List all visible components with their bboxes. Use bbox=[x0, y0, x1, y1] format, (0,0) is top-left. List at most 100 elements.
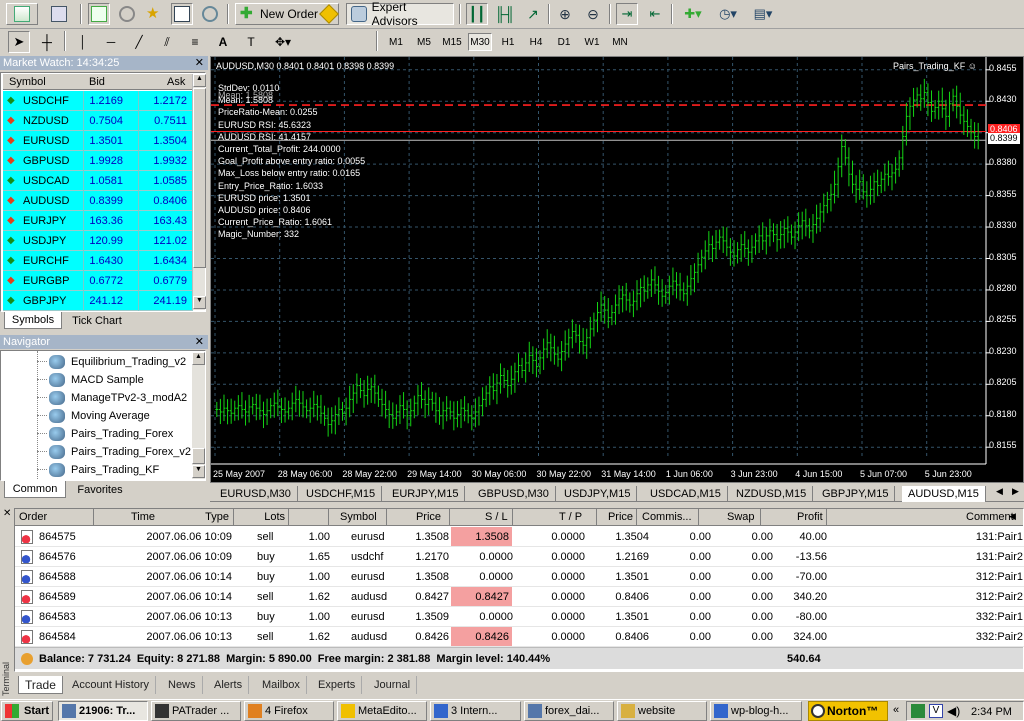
strategy-tester-button[interactable] bbox=[199, 3, 221, 25]
terminal-tab-trade[interactable]: Trade bbox=[18, 676, 63, 694]
chart-tab[interactable]: EURUSD,M30 bbox=[214, 486, 298, 502]
market-watch-row[interactable]: ◆ NZDUSD 0.7504 0.7511 bbox=[3, 111, 193, 131]
tab-scroll-right-icon[interactable]: ▶ bbox=[1012, 486, 1019, 497]
close-icon[interactable]: ✕ bbox=[195, 335, 204, 348]
arrows-button[interactable]: ✥▾ bbox=[268, 31, 298, 53]
order-row[interactable]: 864588 2007.06.06 10:14 buy 1.00 eurusd 1.350… bbox=[15, 567, 1024, 587]
col-header[interactable]: Profit bbox=[797, 511, 823, 523]
expert-advisors-button[interactable]: Expert Advisors bbox=[346, 0, 454, 28]
navigator-tab-common[interactable]: Common bbox=[4, 481, 66, 498]
market-watch-row[interactable]: ◆ EURCHF 1.6430 1.6434 bbox=[3, 251, 193, 271]
market-watch-row[interactable]: ◆ USDCAD 1.0581 1.0585 bbox=[3, 171, 193, 191]
market-watch-tab-symbols[interactable]: Symbols bbox=[4, 312, 62, 329]
navigator-item[interactable]: ManageTPv2-3_modA2 bbox=[49, 389, 187, 407]
col-header[interactable]: Lots bbox=[264, 511, 285, 523]
timeframe-m15-button[interactable]: M15 bbox=[440, 33, 464, 51]
col-header[interactable]: Swap bbox=[727, 511, 755, 523]
terminal-button[interactable] bbox=[171, 3, 193, 25]
scroll-up-arrow-icon[interactable]: ▲ bbox=[193, 74, 206, 87]
col-header[interactable]: Symbol bbox=[340, 511, 377, 523]
cursor-button[interactable]: ➤ bbox=[8, 31, 30, 53]
bar-chart-button[interactable]: ┃┃ bbox=[466, 3, 488, 25]
market-watch-row[interactable]: ◆ USDJPY 120.99 121.02 bbox=[3, 231, 193, 251]
tray-v-icon[interactable]: V bbox=[929, 704, 943, 718]
terminal-close-icon[interactable]: ✕ bbox=[3, 508, 11, 519]
taskbar-button[interactable]: forex_dai... bbox=[524, 701, 614, 721]
taskbar-button[interactable]: 21906: Tr... bbox=[58, 701, 148, 721]
terminal-tab-news[interactable]: News bbox=[162, 676, 203, 694]
terminal-tab-account-history[interactable]: Account History bbox=[66, 676, 157, 694]
close-icon[interactable]: ✕ bbox=[195, 56, 204, 69]
navigator-item[interactable]: Moving Average bbox=[49, 407, 150, 425]
col-symbol[interactable]: Symbol bbox=[9, 76, 46, 88]
market-watch-scrollbar[interactable]: ▲ ▼ bbox=[192, 74, 206, 310]
taskbar-button[interactable]: website bbox=[617, 701, 707, 721]
scroll-thumb[interactable] bbox=[192, 448, 205, 464]
col-header[interactable]: T / P bbox=[559, 511, 582, 523]
market-watch-row[interactable]: ◆ EURUSD 1.3501 1.3504 bbox=[3, 131, 193, 151]
market-watch-row[interactable]: ◆ AUDUSD 0.8399 0.8406 bbox=[3, 191, 193, 211]
terminal-tab-journal[interactable]: Journal bbox=[368, 676, 418, 694]
market-watch-row[interactable]: ◆ EURGBP 0.6772 0.6779 bbox=[3, 271, 193, 291]
market-watch-row[interactable]: ◆ EURJPY 163.36 163.43 bbox=[3, 211, 193, 231]
chart-shift-button[interactable]: ⇤ bbox=[644, 3, 666, 25]
navigator-scrollbar[interactable]: ▲ ▼ bbox=[192, 352, 205, 479]
text-button[interactable]: A bbox=[212, 31, 234, 53]
chart-tab[interactable]: USDJPY,M15 bbox=[558, 486, 638, 502]
taskbar-button[interactable]: PATrader ... bbox=[151, 701, 241, 721]
tray-expand-icon[interactable]: « bbox=[893, 704, 899, 716]
crosshair-button[interactable]: ┼ bbox=[36, 31, 58, 53]
zoom-in-button[interactable]: ⊕ bbox=[554, 3, 576, 25]
taskbar-button[interactable]: MetaEdito... bbox=[337, 701, 427, 721]
market-watch-row[interactable]: ◆ USDCHF 1.2169 1.2172 bbox=[3, 91, 193, 111]
tray-volume-icon[interactable]: ◀) bbox=[947, 704, 960, 718]
data-window-button[interactable] bbox=[116, 3, 138, 25]
scroll-up-arrow-icon[interactable]: ▲ bbox=[192, 352, 205, 365]
market-watch-row[interactable]: ◆ GBPUSD 1.9928 1.9932 bbox=[3, 151, 193, 171]
col-header[interactable]: Comment bbox=[966, 511, 1014, 523]
trendline-button[interactable]: ╱ bbox=[128, 31, 150, 53]
order-row[interactable]: 864575 2007.06.06 10:09 sell 1.00 eurusd 1.35… bbox=[15, 527, 1024, 547]
timeframe-m5-button[interactable]: M5 bbox=[412, 33, 436, 51]
header-scroll-icon[interactable]: ◀ bbox=[1009, 511, 1016, 522]
market-watch-button[interactable] bbox=[88, 3, 110, 25]
col-header[interactable]: S / L bbox=[485, 511, 508, 523]
chart-tab[interactable]: USDCHF,M15 bbox=[300, 486, 383, 502]
price-chart[interactable] bbox=[211, 57, 1023, 482]
taskbar-button[interactable]: 4 Firefox bbox=[244, 701, 334, 721]
terminal-tab-experts[interactable]: Experts bbox=[312, 676, 363, 694]
timeframe-h4-button[interactable]: H4 bbox=[524, 33, 548, 51]
zoom-out-button[interactable]: ⊖ bbox=[582, 3, 604, 25]
periods-button[interactable]: ◷▾ bbox=[713, 3, 743, 25]
line-chart-button[interactable]: ↗ bbox=[522, 3, 544, 25]
timeframe-m1-button[interactable]: M1 bbox=[384, 33, 408, 51]
chart-tab[interactable]: GBPUSD,M30 bbox=[472, 486, 556, 502]
terminal-tab-mailbox[interactable]: Mailbox bbox=[256, 676, 307, 694]
templates-button[interactable]: ▤▾ bbox=[748, 3, 778, 25]
col-ask[interactable]: Ask bbox=[167, 76, 185, 88]
order-row[interactable]: 864584 2007.06.06 10:13 sell 1.62 audusd 0.84… bbox=[15, 627, 1024, 647]
chart-tab[interactable]: EURJPY,M15 bbox=[386, 486, 466, 502]
market-watch-row[interactable]: ◆ GBPJPY 241.12 241.19 bbox=[3, 291, 193, 311]
timeframe-d1-button[interactable]: D1 bbox=[552, 33, 576, 51]
scroll-down-arrow-icon[interactable]: ▼ bbox=[193, 296, 206, 309]
navigator-item[interactable]: Pairs_Trading_KF bbox=[49, 461, 159, 479]
navigator-item[interactable]: Pairs_Trading_Forex bbox=[49, 425, 173, 443]
taskbar-button[interactable]: 3 Intern... bbox=[430, 701, 521, 721]
indicators-button[interactable]: ✚▾ bbox=[678, 3, 708, 25]
market-watch-tab-tick-chart[interactable]: Tick Chart bbox=[66, 314, 128, 329]
order-row[interactable]: 864583 2007.06.06 10:13 buy 1.00 eurusd 1.350… bbox=[15, 607, 1024, 627]
scroll-down-arrow-icon[interactable]: ▼ bbox=[192, 465, 205, 478]
taskbar-button[interactable]: wp-blog-h... bbox=[710, 701, 802, 721]
horizontal-line-button[interactable]: ─ bbox=[100, 31, 122, 53]
navigator-tab-favorites[interactable]: Favorites bbox=[70, 483, 130, 498]
chart-tab[interactable]: USDCAD,M15 bbox=[644, 486, 728, 502]
fibonacci-button[interactable]: ≡ bbox=[184, 31, 206, 53]
channel-button[interactable]: ⫽ bbox=[156, 31, 178, 53]
col-header[interactable]: Type bbox=[205, 511, 229, 523]
norton-button[interactable]: Norton™ bbox=[808, 701, 888, 721]
col-header[interactable]: Price bbox=[608, 511, 633, 523]
chart-tab[interactable]: GBPJPY,M15 bbox=[816, 486, 896, 502]
col-bid[interactable]: Bid bbox=[89, 76, 105, 88]
vertical-line-button[interactable]: │ bbox=[72, 31, 94, 53]
